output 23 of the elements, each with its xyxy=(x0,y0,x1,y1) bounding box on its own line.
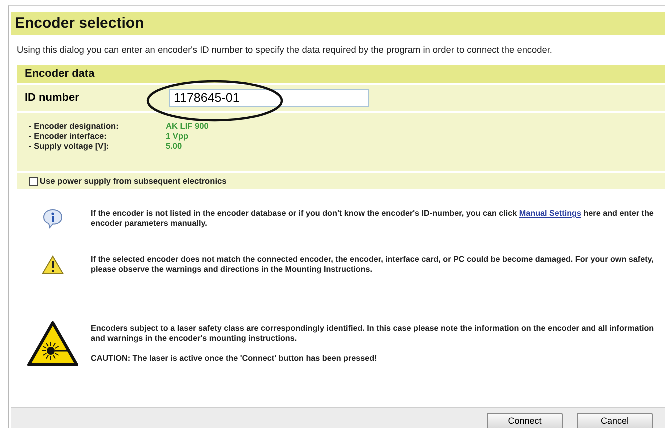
manual-settings-link[interactable]: Manual Settings xyxy=(519,209,582,218)
note-text: If the encoder is not listed in the encoder database or if you don't know the encoder's ID-number, you can click Manual Settings here and enter the encoder parameters manually. xyxy=(91,209,655,229)
checkbox-label: Use power supply from subsequent electronics xyxy=(40,176,227,186)
connect-button[interactable]: Connect xyxy=(487,413,563,428)
detail-label: - Supply voltage [V]: xyxy=(29,141,110,151)
detail-value: 5.00 xyxy=(166,141,184,151)
detail-label: - Encoder designation: xyxy=(29,121,120,131)
cancel-button[interactable]: Cancel xyxy=(577,413,653,428)
id-number-label: ID number xyxy=(25,92,80,104)
info-icon xyxy=(42,209,64,229)
note-text: If the selected encoder does not match the connected encoder, the encoder, interface card, or PC could be become damaged. For your own safety, please observe the warnings and directions in the Mounting Instructions. xyxy=(91,255,655,275)
warning-icon xyxy=(42,255,64,275)
detail-label: - Encoder interface: xyxy=(29,131,108,141)
note-text: Encoders subject to a laser safety class are correspondingly identified. In this case please note the information on the encoder and all information and warnings in the encoder's mounting instructions. xyxy=(91,324,656,344)
caution-text: CAUTION: The laser is active once the 'Connect' button has been pressed! xyxy=(91,354,378,364)
description-text: Using this dialog you can enter an encoder's ID number to specify the data required by the program in order to connect the encoder. xyxy=(17,45,554,55)
section-header: Encoder data xyxy=(17,65,665,83)
dialog-title: Encoder selection xyxy=(11,12,665,35)
id-number-field[interactable]: 1178645-01 xyxy=(169,89,369,107)
detail-value: AK LIF 900 xyxy=(166,121,210,131)
laser-warning-icon xyxy=(27,321,79,367)
checkbox[interactable] xyxy=(29,176,38,186)
detail-value: 1 Vpp xyxy=(166,131,190,141)
